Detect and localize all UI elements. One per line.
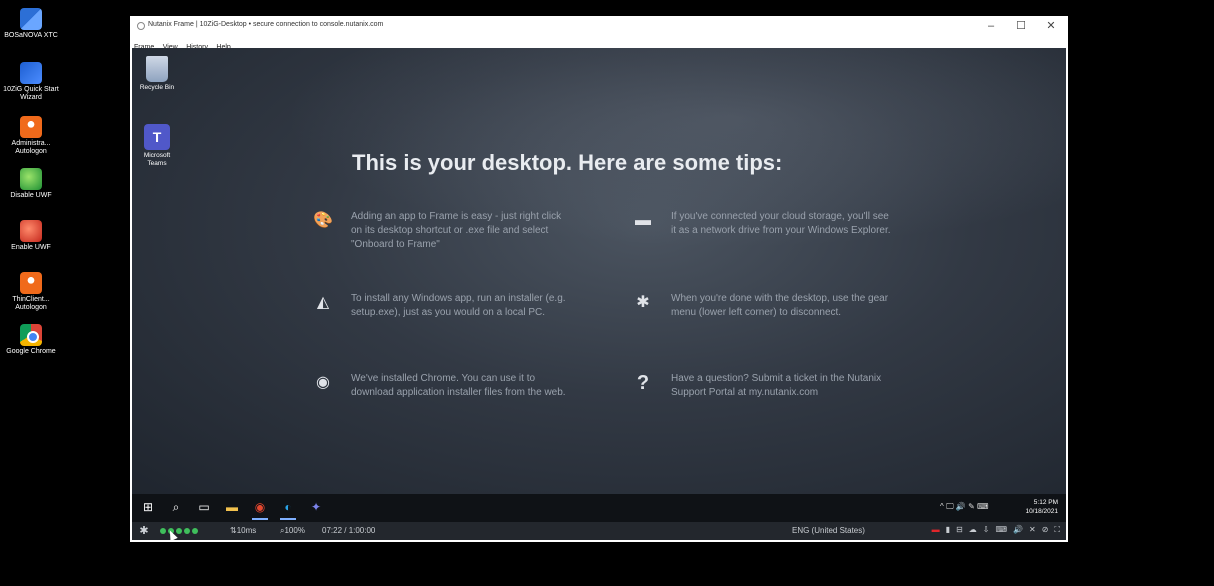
installer-icon: ◭: [316, 294, 330, 311]
clock-date: 10/18/2021: [1025, 508, 1058, 515]
microphone-muted-icon[interactable]: ✕: [1029, 525, 1036, 535]
gear-menu-icon[interactable]: ✱: [137, 524, 151, 538]
desktop-icon-recycle-bin[interactable]: Recycle Bin: [132, 56, 182, 92]
user-orange-icon: [20, 116, 42, 138]
clipboard-icon[interactable]: ▮: [946, 525, 950, 535]
quality-dot: [192, 528, 198, 534]
palette-icon: 🎨: [313, 212, 333, 229]
frame-window: Nutanix Frame | 10ZiG-Desktop • secure c…: [130, 16, 1068, 542]
latency-readout: ⇅10ms: [230, 526, 257, 535]
session-timer: 07:22 / 1:00:00: [322, 526, 376, 535]
file-explorer-icon[interactable]: ▬: [224, 499, 240, 515]
speaker-icon[interactable]: 🔊: [1013, 525, 1023, 535]
gear-icon: ✱: [636, 294, 650, 311]
quality-dot: [176, 528, 182, 534]
download-icon[interactable]: ⇩: [983, 525, 990, 535]
tip-chrome: ◉ We've installed Chrome. You can use it…: [312, 372, 572, 400]
frame-app-icon: [137, 22, 145, 30]
windows-start-icon[interactable]: ⊞: [140, 499, 156, 515]
keyboard-icon[interactable]: ⌨: [995, 525, 1007, 535]
minimize-button[interactable]: –: [976, 18, 1006, 34]
menu-bar: Frame View History Help: [130, 36, 1068, 51]
drive-icon[interactable]: ⊟: [956, 525, 963, 535]
search-icon[interactable]: ⌕: [168, 499, 184, 515]
cloud-upload-icon[interactable]: ☁: [969, 525, 977, 535]
desktop-icon-google-chrome[interactable]: Google Chrome: [0, 324, 62, 356]
user-orange-icon: [20, 272, 42, 294]
fullscreen-icon[interactable]: ⛶: [1054, 525, 1060, 535]
chrome-taskbar-icon[interactable]: ◉: [252, 499, 268, 520]
desktop-icon-disable-uwf[interactable]: Disable UWF: [0, 168, 62, 200]
tip-install-apps: ◭ To install any Windows app, run an ins…: [312, 292, 572, 320]
window-titlebar[interactable]: Nutanix Frame | 10ZiG-Desktop • secure c…: [130, 16, 1068, 36]
system-tray[interactable]: ^ 🖵 🔊 ✎ ⌨: [940, 502, 989, 512]
window-title: Nutanix Frame | 10ZiG-Desktop • secure c…: [148, 21, 384, 28]
taskbar-clock[interactable]: 5:12 PM 10/18/2021: [1025, 498, 1058, 516]
close-button[interactable]: ✕: [1036, 18, 1066, 34]
clock-time: 5:12 PM: [1033, 499, 1058, 506]
desktop-icon-10zig-wizard[interactable]: 10ZiG Quick Start Wizard: [0, 62, 62, 102]
recycle-bin-icon: [146, 56, 168, 82]
tips-heading: This is your desktop. Here are some tips…: [352, 150, 783, 175]
zoom-readout[interactable]: ⌕100%: [280, 526, 305, 536]
tip-cloud-storage: ▬ If you've connected your cloud storage…: [632, 210, 892, 238]
frame-status-bar: ✱ ⇅10ms ⌕100% 07:22 / 1:00:00 ENG (Unite…: [132, 522, 1066, 540]
remote-desktop[interactable]: Recycle Bin T Microsoft Teams This is yo…: [132, 48, 1066, 494]
record-icon[interactable]: ▬: [932, 525, 940, 535]
desktop-icon-enable-uwf[interactable]: Enable UWF: [0, 220, 62, 252]
teams-icon: T: [144, 124, 170, 150]
folder-icon: ▬: [635, 212, 651, 229]
camera-muted-icon[interactable]: ⊘: [1042, 525, 1049, 535]
globe-green-icon: [20, 168, 42, 190]
maximize-button[interactable]: ☐: [1006, 18, 1036, 34]
globe-red-icon: [20, 220, 42, 242]
desktop-icon-admin-autologon[interactable]: Administra... Autologon: [0, 116, 62, 156]
chrome-icon: [20, 324, 42, 346]
teams-taskbar-icon[interactable]: ✦: [308, 499, 324, 515]
quality-dot: [160, 528, 166, 534]
tip-support: ? Have a question? Submit a ticket in th…: [632, 372, 892, 400]
desktop-icon-microsoft-teams[interactable]: T Microsoft Teams: [132, 124, 182, 168]
task-view-icon[interactable]: ▭: [196, 499, 212, 515]
remote-taskbar: ⊞ ⌕ ▭ ▬ ◉ ◐ ✦ ^ 🖵 🔊 ✎ ⌨ 5:12 PM 10/18/20…: [132, 494, 1066, 522]
10zig-icon: [20, 62, 42, 84]
chrome-icon: ◉: [316, 374, 330, 391]
status-icons: ▬ ▮ ⊟ ☁ ⇩ ⌨ 🔊 ✕ ⊘ ⛶: [926, 525, 1060, 535]
tiles-icon: [20, 8, 42, 30]
desktop-icon-bosanova[interactable]: BOSaNOVA XTC: [0, 8, 62, 40]
desktop-icon-thinclient-autologon[interactable]: ThinClient... Autologon: [0, 272, 62, 312]
edge-icon[interactable]: ◐: [280, 499, 296, 520]
language-indicator[interactable]: ENG (United States): [792, 526, 865, 535]
question-icon: ?: [636, 372, 650, 394]
tip-disconnect: ✱ When you're done with the desktop, use…: [632, 292, 892, 320]
quality-dot: [184, 528, 190, 534]
tip-onboard-app: 🎨 Adding an app to Frame is easy - just …: [313, 211, 562, 250]
